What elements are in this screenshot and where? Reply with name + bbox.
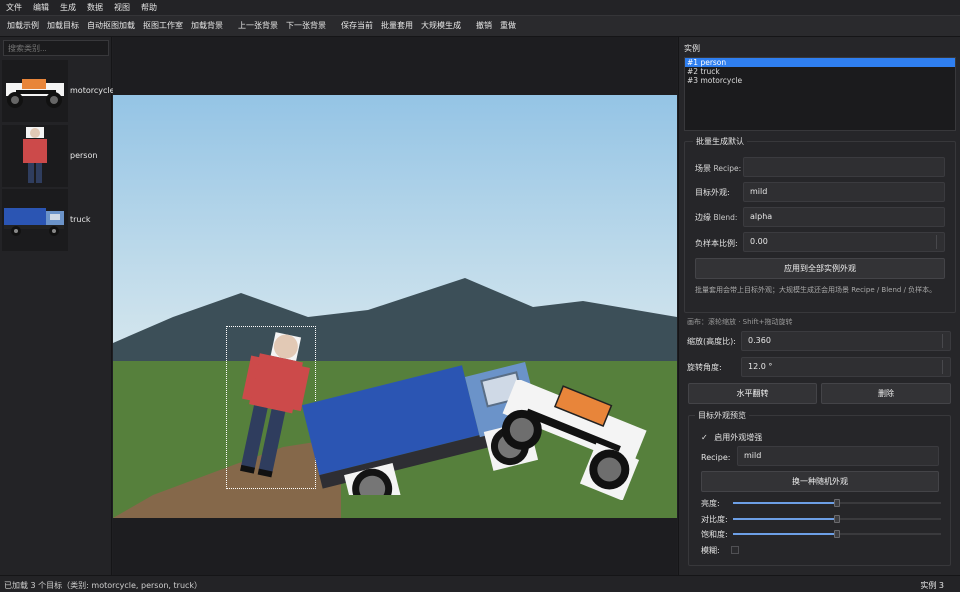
slider-handle[interactable] bbox=[834, 515, 840, 523]
slider-handle[interactable] bbox=[834, 530, 840, 538]
contrast-slider[interactable]: 对比度: bbox=[701, 514, 941, 524]
category-label: motorcycle bbox=[70, 86, 115, 95]
brightness-slider[interactable]: 亮度: bbox=[701, 498, 941, 508]
scale-label: 缩放(高度比): bbox=[687, 337, 736, 346]
category-label: truck bbox=[70, 215, 91, 224]
slider-track[interactable] bbox=[733, 530, 941, 538]
toolbar: 加载示例 加载目标 自动抠图加载 抠图工作室 加载背景 上一张背景 下一张背景 … bbox=[0, 15, 960, 37]
scene-background bbox=[113, 95, 677, 518]
undo-button[interactable]: 撤销 bbox=[472, 17, 496, 35]
redo-button[interactable]: 重做 bbox=[496, 17, 520, 35]
saturation-label: 饱和度: bbox=[701, 530, 728, 539]
saturation-slider[interactable]: 饱和度: bbox=[701, 529, 941, 539]
apply-all-appearance-button[interactable]: 应用到全部实例外观 bbox=[695, 258, 945, 279]
load-background-button[interactable]: 加载背景 bbox=[187, 17, 227, 35]
rotate-stepper[interactable]: 12.0 ° bbox=[741, 357, 951, 377]
contrast-label: 对比度: bbox=[701, 515, 728, 524]
slider-fill bbox=[733, 502, 837, 504]
negative-ratio-label: 负样本比例: bbox=[695, 239, 738, 248]
negative-ratio-stepper[interactable]: 0.00 bbox=[743, 232, 945, 252]
rotate-label: 旋转角度: bbox=[687, 363, 722, 372]
category-search-input[interactable] bbox=[3, 40, 109, 56]
menu-file[interactable]: 文件 bbox=[6, 2, 22, 13]
status-message: 已加载 3 个目标（类别: motorcycle, person, truck） bbox=[4, 581, 203, 590]
blur-checkbox[interactable] bbox=[731, 546, 739, 554]
random-appearance-button[interactable]: 换一种随机外观 bbox=[701, 471, 939, 492]
category-panel: motorcycle person bbox=[0, 37, 115, 575]
properties-panel: 实例 #1 person #2 truck #3 motorcycle 批量生成… bbox=[678, 37, 960, 575]
preview-recipe-field[interactable]: mild bbox=[737, 446, 939, 466]
checkmark-icon: ✓ bbox=[701, 433, 708, 442]
category-label: person bbox=[70, 151, 98, 160]
slider-fill bbox=[733, 533, 837, 535]
category-item-person[interactable]: person bbox=[2, 125, 110, 187]
batch-apply-button[interactable]: 批量套用 bbox=[377, 17, 417, 35]
appearance-preview-title: 目标外观预览 bbox=[695, 410, 749, 421]
target-appearance-label: 目标外观: bbox=[695, 188, 730, 197]
motorcycle-thumbnail-icon bbox=[2, 60, 68, 122]
preview-recipe-label: Recipe: bbox=[701, 453, 731, 462]
rotate-value: 12.0 ° bbox=[748, 362, 773, 371]
spinbox-arrows-icon[interactable] bbox=[936, 235, 942, 249]
load-example-button[interactable]: 加载示例 bbox=[3, 17, 43, 35]
auto-matting-load-button[interactable]: 自动抠图加载 bbox=[83, 17, 139, 35]
status-bar: 已加载 3 个目标（类别: motorcycle, person, truck）… bbox=[0, 575, 960, 592]
batch-defaults-group: 批量生成默认 场景 Recipe: 目标外观: mild 边缘 Blend: a… bbox=[684, 136, 956, 313]
composition-canvas[interactable] bbox=[113, 37, 677, 575]
blur-row: 模糊: bbox=[701, 545, 941, 555]
slider-fill bbox=[733, 518, 837, 520]
menu-bar: 文件 编辑 生成 数据 视图 帮助 bbox=[0, 0, 960, 15]
edge-blend-field[interactable]: alpha bbox=[743, 207, 945, 227]
target-appearance-field[interactable]: mild bbox=[743, 182, 945, 202]
prev-background-button[interactable]: 上一张背景 bbox=[234, 17, 282, 35]
matting-studio-button[interactable]: 抠图工作室 bbox=[139, 17, 187, 35]
delete-button[interactable]: 删除 bbox=[821, 383, 951, 404]
load-target-button[interactable]: 加载目标 bbox=[43, 17, 83, 35]
spinbox-arrows-icon[interactable] bbox=[942, 334, 948, 348]
instance-list-item[interactable]: #3 motorcycle bbox=[685, 76, 955, 85]
spinbox-arrows-icon[interactable] bbox=[942, 360, 948, 374]
category-item-truck[interactable]: truck bbox=[2, 189, 110, 251]
category-item-motorcycle[interactable]: motorcycle bbox=[2, 60, 115, 122]
edge-blend-label: 边缘 Blend: bbox=[695, 213, 738, 222]
save-current-button[interactable]: 保存当前 bbox=[337, 17, 377, 35]
next-background-button[interactable]: 下一张背景 bbox=[282, 17, 330, 35]
scale-value: 0.360 bbox=[748, 336, 771, 345]
enable-appearance-label: 启用外观增强 bbox=[714, 433, 763, 442]
slider-handle[interactable] bbox=[834, 499, 840, 507]
menu-help[interactable]: 帮助 bbox=[141, 2, 157, 13]
truck-thumbnail-icon bbox=[2, 189, 68, 251]
batch-defaults-title: 批量生成默认 bbox=[693, 136, 747, 147]
instance-list-item[interactable]: #2 truck bbox=[685, 67, 955, 76]
instance-count: 实例 3 bbox=[920, 581, 944, 590]
scene-recipe-label: 场景 Recipe: bbox=[695, 164, 742, 173]
large-scale-generate-button[interactable]: 大规模生成 bbox=[417, 17, 465, 35]
instance-list-item[interactable]: #1 person bbox=[685, 58, 955, 67]
blur-label: 模糊: bbox=[701, 546, 720, 555]
instances-title: 实例 bbox=[684, 44, 700, 53]
slider-track[interactable] bbox=[733, 499, 941, 507]
menu-data[interactable]: 数据 bbox=[87, 2, 103, 13]
slider-track[interactable] bbox=[733, 515, 941, 523]
brightness-label: 亮度: bbox=[701, 499, 720, 508]
canvas-hint: 画布：滚轮缩放 · Shift+拖动旋转 bbox=[687, 318, 793, 326]
scale-stepper[interactable]: 0.360 bbox=[741, 331, 951, 351]
flip-horizontal-button[interactable]: 水平翻转 bbox=[688, 383, 817, 404]
person-thumbnail-icon bbox=[2, 125, 68, 187]
menu-edit[interactable]: 编辑 bbox=[33, 2, 49, 13]
menu-generate[interactable]: 生成 bbox=[60, 2, 76, 13]
menu-view[interactable]: 视图 bbox=[114, 2, 130, 13]
appearance-preview-group: 目标外观预览 ✓ 启用外观增强 Recipe: mild 换一种随机外观 亮度:… bbox=[688, 410, 951, 566]
instance-motorcycle[interactable] bbox=[483, 378, 653, 501]
scene-recipe-field[interactable] bbox=[743, 157, 945, 177]
instance-list[interactable]: #1 person #2 truck #3 motorcycle bbox=[684, 57, 956, 131]
negative-ratio-value: 0.00 bbox=[750, 237, 768, 246]
enable-appearance-checkbox[interactable]: ✓ 启用外观增强 bbox=[701, 432, 762, 443]
batch-note: 批量套用会带上目标外观；大规模生成还会用场景 Recipe / Blend / … bbox=[695, 286, 937, 294]
